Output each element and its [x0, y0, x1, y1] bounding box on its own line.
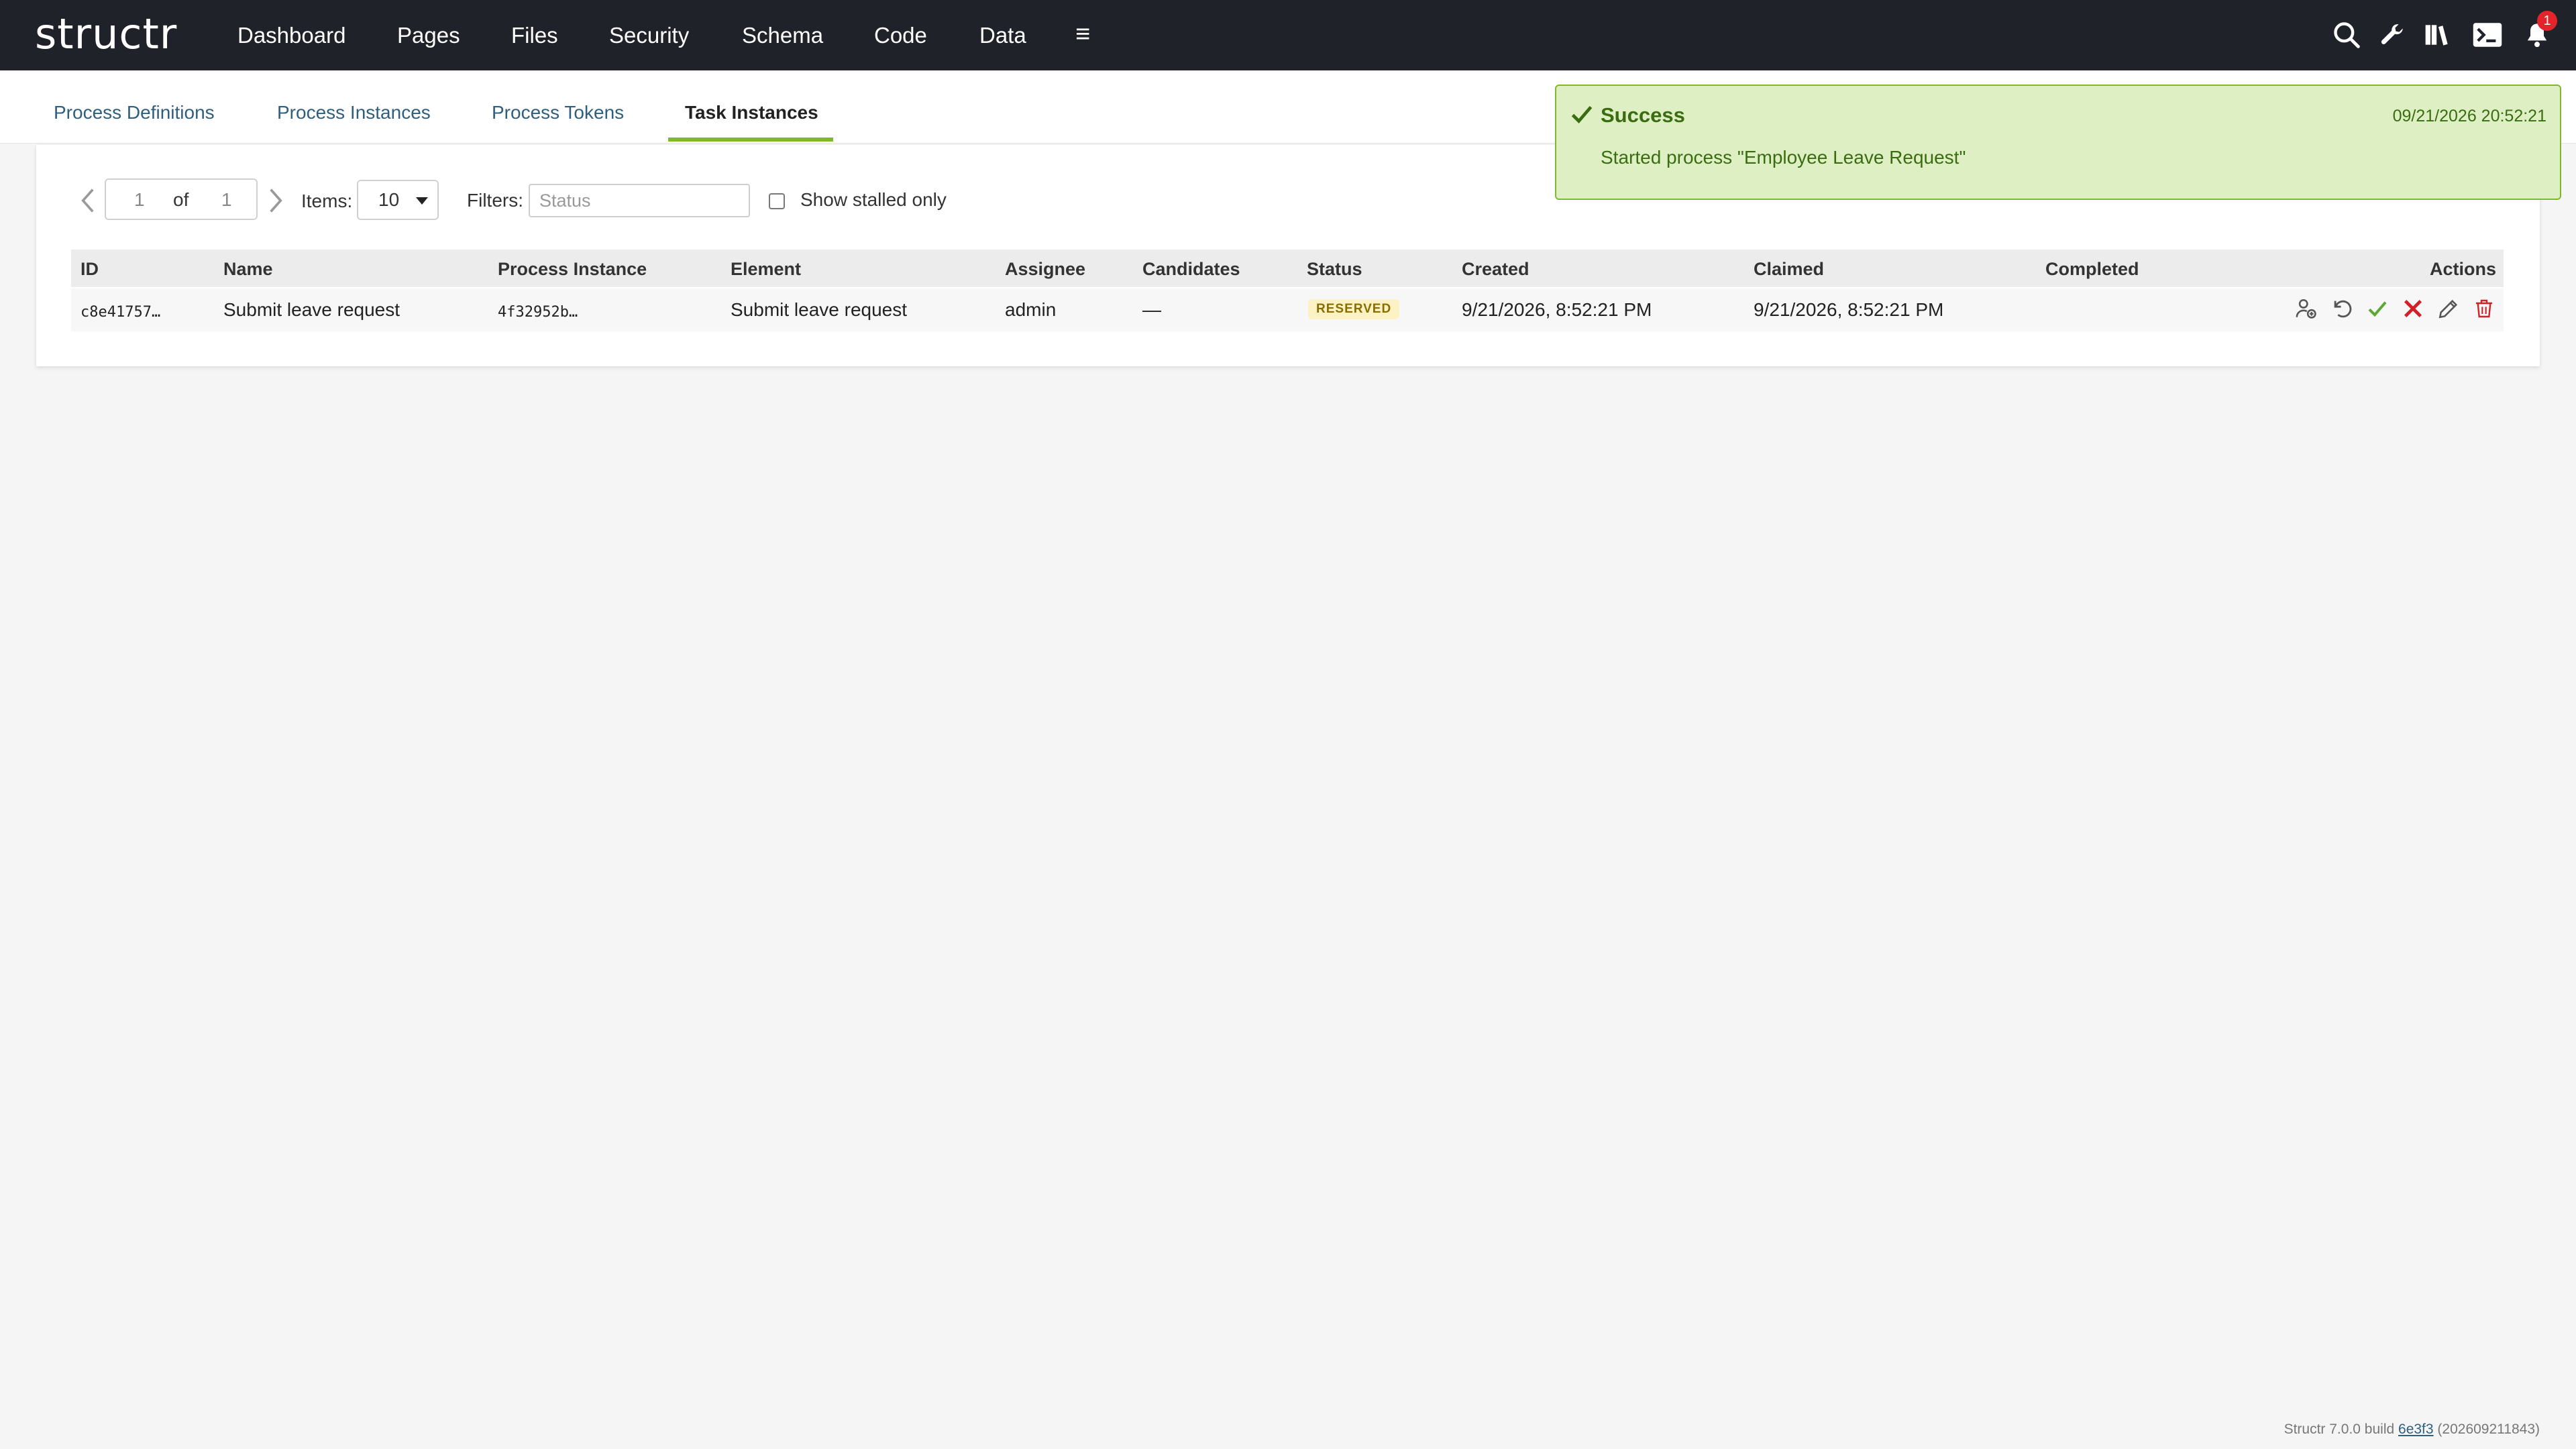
- terminal-icon[interactable]: [2470, 17, 2505, 52]
- edit-pencil-icon[interactable]: [2435, 295, 2462, 322]
- filters-label: Filters:: [467, 190, 523, 211]
- active-tab-indicator: [668, 138, 833, 142]
- undo-icon[interactable]: [2328, 295, 2355, 322]
- nav-pages[interactable]: Pages: [397, 23, 460, 48]
- column-header-completed[interactable]: Completed: [2045, 258, 2139, 280]
- column-header-claimed[interactable]: Claimed: [1754, 258, 1824, 280]
- structr-logo[interactable]: structr: [35, 12, 177, 56]
- cancel-x-icon[interactable]: [2400, 295, 2426, 322]
- chevron-down-icon: [416, 197, 428, 205]
- nav-files[interactable]: Files: [511, 23, 558, 48]
- build-link[interactable]: 6e3f3: [2398, 1421, 2434, 1437]
- next-page-icon[interactable]: [266, 185, 286, 216]
- task-name-cell: Submit leave request: [223, 299, 400, 320]
- tab-task-instances[interactable]: Task Instances: [685, 101, 818, 124]
- version-text: Structr 7.0.0 build: [2284, 1421, 2395, 1437]
- previous-page-icon[interactable]: [78, 185, 98, 216]
- success-toast[interactable]: Success 09/21/2026 20:52:21 Started proc…: [1555, 85, 2561, 200]
- task-id-cell[interactable]: c8e41757…: [80, 301, 160, 324]
- show-stalled-checkbox[interactable]: [769, 193, 785, 209]
- current-page-input[interactable]: 1: [134, 189, 145, 211]
- tab-process-definitions[interactable]: Process Definitions: [54, 101, 215, 124]
- nav-security[interactable]: Security: [609, 23, 689, 48]
- page-of-label: of: [173, 189, 189, 210]
- page-selector: 1 of 1: [105, 178, 258, 220]
- build-timestamp: (202609211843): [2437, 1421, 2540, 1437]
- process-instance-cell[interactable]: 4f32952b…: [498, 301, 578, 324]
- nav-data[interactable]: Data: [979, 23, 1026, 48]
- version-footer: Structr 7.0.0 build 6e3f3 (202609211843): [2284, 1421, 2540, 1438]
- toast-title: Success: [1601, 103, 1685, 127]
- assignee-cell: admin: [1005, 299, 1057, 320]
- delete-trash-icon[interactable]: [2471, 295, 2498, 322]
- complete-check-icon[interactable]: [2364, 295, 2391, 322]
- status-filter-input[interactable]: [529, 184, 750, 217]
- nav-code[interactable]: Code: [874, 23, 927, 48]
- total-pages: 1: [221, 189, 232, 210]
- column-header-element[interactable]: Element: [731, 258, 801, 280]
- top-navigation-bar: structr Dashboard Pages Files Security S…: [0, 0, 2576, 70]
- wrench-icon[interactable]: [2375, 17, 2410, 52]
- created-cell: 9/21/2026, 8:52:21 PM: [1462, 299, 1652, 320]
- tab-process-instances[interactable]: Process Instances: [277, 101, 431, 124]
- nav-dashboard[interactable]: Dashboard: [237, 23, 345, 48]
- column-header-process-instance[interactable]: Process Instance: [498, 258, 647, 280]
- column-header-created[interactable]: Created: [1462, 258, 1529, 280]
- assign-user-icon[interactable]: [2293, 295, 2320, 322]
- items-per-page-value: 10: [378, 189, 400, 210]
- toast-timestamp: 09/21/2026 20:52:21: [2392, 107, 2546, 125]
- notification-count-badge: 1: [2537, 11, 2557, 31]
- book-icon[interactable]: [2420, 17, 2455, 52]
- items-per-page-label: Items:: [301, 191, 353, 211]
- column-header-assignee[interactable]: Assignee: [1005, 258, 1085, 280]
- show-stalled-label: Show stalled only: [800, 189, 947, 210]
- toast-message: Started process "Employee Leave Request": [1601, 147, 1966, 168]
- table-row[interactable]: [71, 288, 2504, 331]
- column-header-candidates[interactable]: Candidates: [1142, 258, 1240, 280]
- items-per-page-select[interactable]: 10: [357, 180, 439, 220]
- tab-process-tokens[interactable]: Process Tokens: [492, 101, 624, 124]
- column-header-actions: Actions: [2430, 259, 2497, 279]
- nav-schema[interactable]: Schema: [742, 23, 823, 48]
- column-header-name[interactable]: Name: [223, 258, 273, 280]
- status-badge: RESERVED: [1308, 299, 1400, 319]
- search-icon[interactable]: [2329, 17, 2364, 52]
- checkmark-icon: [1570, 102, 1594, 129]
- hamburger-menu-icon[interactable]: ≡: [1075, 20, 1090, 49]
- candidates-cell: —: [1142, 299, 1161, 320]
- element-cell: Submit leave request: [731, 299, 908, 320]
- column-header-id[interactable]: ID: [80, 258, 99, 280]
- claimed-cell: 9/21/2026, 8:52:21 PM: [1754, 299, 1944, 320]
- column-header-status[interactable]: Status: [1307, 258, 1362, 280]
